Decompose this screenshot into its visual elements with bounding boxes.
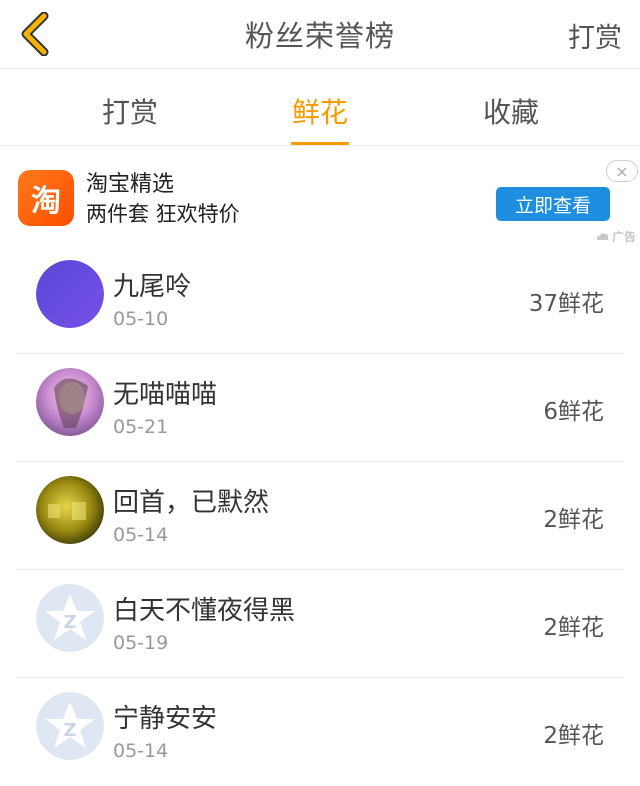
fan-date: 05-21 bbox=[113, 416, 169, 438]
fan-date: 05-10 bbox=[113, 308, 169, 330]
fan-date: 05-14 bbox=[113, 524, 169, 546]
default-avatar-icon: Z bbox=[36, 692, 104, 760]
tab-label: 收藏 bbox=[483, 96, 540, 129]
fan-date: 05-14 bbox=[113, 740, 169, 762]
fan-name: 无喵喵喵 bbox=[113, 380, 218, 410]
chevron-left-icon bbox=[21, 11, 49, 57]
ad-tag-text: 广告 bbox=[611, 230, 636, 244]
tab-bar: 打赏 鲜花 收藏 bbox=[0, 69, 640, 146]
taobao-logo-icon: 淘 bbox=[18, 170, 74, 226]
flower-count: 2鲜花 bbox=[543, 507, 604, 533]
view-now-button[interactable]: 立即查看 bbox=[496, 187, 610, 221]
flower-count: 2鲜花 bbox=[543, 723, 604, 749]
tab-label: 打赏 bbox=[102, 96, 159, 129]
top-bar: 粉丝荣誉榜 打赏 bbox=[0, 0, 640, 69]
active-tab-indicator bbox=[291, 142, 349, 145]
avatar bbox=[36, 476, 104, 544]
fan-name: 九尾呤 bbox=[113, 272, 192, 302]
fan-date: 05-19 bbox=[113, 632, 169, 654]
list-item[interactable]: 无喵喵喵 05-21 6鲜花 bbox=[0, 354, 640, 462]
avatar bbox=[36, 260, 104, 328]
tab-favorites[interactable]: 收藏 bbox=[483, 69, 539, 145]
tab-label: 鲜花 bbox=[291, 96, 348, 129]
fan-name: 白天不懂夜得黑 bbox=[113, 596, 296, 626]
svg-text:Z: Z bbox=[63, 720, 76, 741]
avatar bbox=[36, 368, 104, 436]
list-item[interactable]: Z 宁静安安 05-14 2鲜花 bbox=[0, 678, 640, 786]
flower-count: 37鲜花 bbox=[528, 291, 604, 317]
ad-title: 淘宝精选 bbox=[86, 172, 175, 197]
reward-button[interactable]: 打赏 bbox=[568, 16, 622, 55]
flower-count: 6鲜花 bbox=[543, 399, 604, 425]
ad-banner[interactable]: 淘 淘宝精选 两件套 狂欢特价 立即查看 × 广告 bbox=[0, 146, 640, 246]
tab-reward[interactable]: 打赏 bbox=[102, 69, 158, 145]
list-item[interactable]: Z 白天不懂夜得黑 05-19 2鲜花 bbox=[0, 570, 640, 678]
default-avatar-icon: Z bbox=[36, 584, 104, 652]
fan-list: 九尾呤 05-10 37鲜花 无喵喵喵 05-21 6鲜花 回首，已默然 05-… bbox=[0, 246, 640, 786]
fan-name: 宁静安安 bbox=[113, 704, 218, 734]
page-title: 粉丝荣誉榜 bbox=[244, 19, 395, 53]
logo-char: 淘 bbox=[31, 184, 61, 219]
list-item[interactable]: 回首，已默然 05-14 2鲜花 bbox=[0, 462, 640, 570]
back-button[interactable] bbox=[18, 11, 52, 57]
ad-subtitle: 两件套 狂欢特价 bbox=[86, 202, 240, 226]
ad-label: 广告 bbox=[596, 228, 636, 245]
cloud-icon bbox=[596, 233, 609, 240]
fan-name: 回首，已默然 bbox=[113, 488, 270, 518]
tab-flowers[interactable]: 鲜花 bbox=[291, 69, 349, 145]
svg-text:Z: Z bbox=[63, 612, 76, 633]
flower-count: 2鲜花 bbox=[543, 615, 604, 641]
list-item[interactable]: 九尾呤 05-10 37鲜花 bbox=[0, 246, 640, 354]
close-icon[interactable]: × bbox=[606, 160, 638, 182]
